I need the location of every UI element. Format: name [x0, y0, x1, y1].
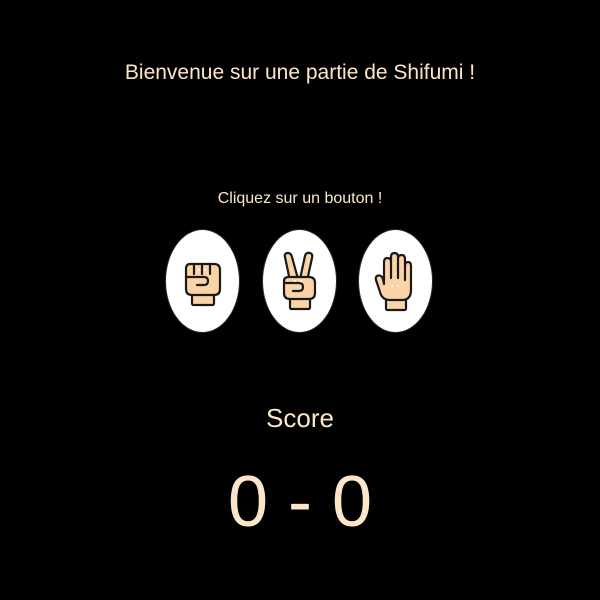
score-value: 0 - 0	[227, 462, 373, 542]
scissors-button[interactable]	[262, 229, 337, 333]
choice-buttons	[165, 229, 435, 335]
rock-fist-icon	[184, 262, 221, 307]
paper-button[interactable]	[358, 229, 433, 333]
scissors-hand-icon	[282, 251, 316, 311]
score-label: Score	[266, 403, 334, 433]
game-page: Bienvenue sur une partie de Shifumi ! Cl…	[0, 0, 600, 600]
paper-hand-icon	[374, 251, 412, 312]
page-title: Bienvenue sur une partie de Shifumi !	[124, 61, 476, 84]
instruction-text: Cliquez sur un bouton !	[217, 190, 383, 207]
rock-button[interactable]	[165, 229, 240, 333]
